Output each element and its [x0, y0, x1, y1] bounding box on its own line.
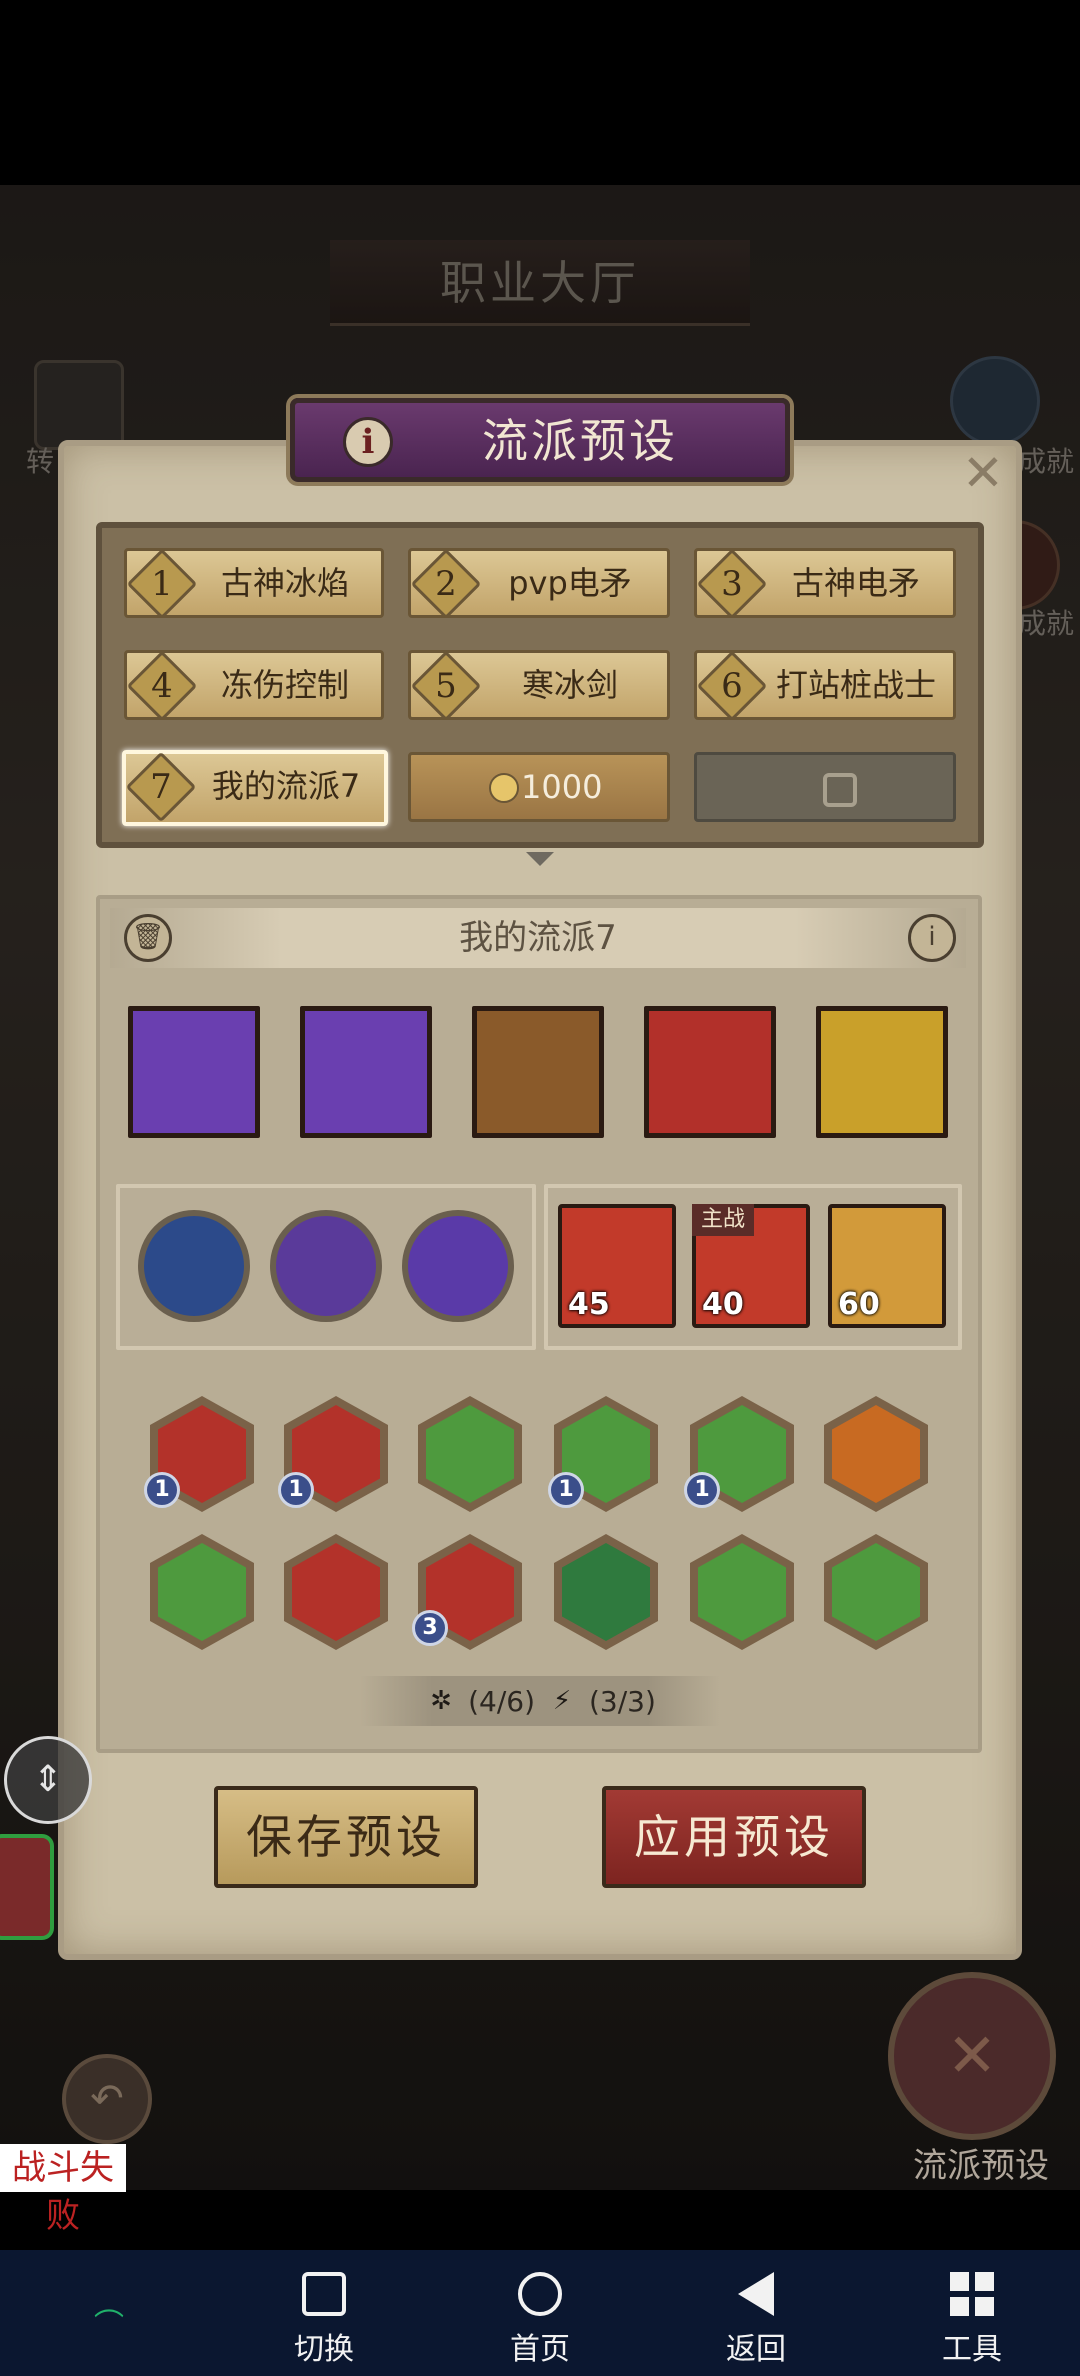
nav-back[interactable]: 返回 [696, 2272, 816, 2368]
apply-preset-button[interactable]: 应用预设 [602, 1786, 866, 1888]
preset-emblem-icon[interactable]: ✕ [888, 1972, 1056, 2140]
skill-slot-3[interactable] [472, 1006, 604, 1138]
equip-level: 1 [548, 1472, 584, 1508]
back-arrow-icon[interactable]: ↶ [62, 2054, 152, 2144]
slot-number-badge: 6 [696, 650, 768, 722]
water-orb-icon[interactable] [138, 1210, 250, 1322]
triangle-back-icon [738, 2272, 774, 2316]
slot-number-badge: 5 [410, 650, 482, 722]
build-name: 我的流派7 [110, 908, 966, 968]
equip-level: 3 [412, 1610, 448, 1646]
slot-number-badge: 2 [410, 548, 482, 620]
preset-slot-label: 古神冰焰 [220, 564, 349, 602]
hooded-figure-orb-icon[interactable] [270, 1210, 382, 1322]
slot-number-badge: 1 [126, 548, 198, 620]
altar-equip[interactable] [690, 1534, 794, 1650]
nav-label: 首页 [510, 2332, 570, 2367]
float-scroll-button[interactable]: ⇕ [4, 1736, 92, 1824]
preset-slot-1[interactable]: 1 古神冰焰 [124, 548, 384, 620]
bolt-icon: ⚡ [552, 1686, 572, 1716]
circle-icon [518, 2272, 562, 2316]
nav-label: 返回 [726, 2332, 786, 2367]
dialog-title: 流派预设 [482, 414, 678, 468]
grid-icon [950, 2272, 994, 2316]
spider-icon: ✲ [430, 1686, 452, 1716]
preset-slot-label: 古神电矛 [791, 564, 920, 602]
preset-slot-label: 打站桩战士 [775, 666, 936, 704]
delete-icon[interactable]: 🗑 [124, 914, 172, 962]
red-rune-equip[interactable]: 1 [144, 1396, 254, 1512]
gold-cube-equip[interactable] [824, 1534, 928, 1650]
close-icon[interactable]: ✕ [958, 448, 1008, 498]
coin-icon [489, 773, 519, 803]
equip-level: 1 [144, 1472, 180, 1508]
equip-level: 1 [684, 1472, 720, 1508]
skill-slot-4[interactable] [644, 1006, 776, 1138]
dark-robe-equip[interactable]: 1 [548, 1396, 658, 1512]
unlock-cost: 1000 [521, 768, 603, 806]
serpent-ring-equip[interactable]: 3 [412, 1534, 522, 1650]
skill-slot-2[interactable] [300, 1006, 432, 1138]
locked-slot [694, 752, 956, 822]
card-stat: 45 [568, 1287, 610, 1322]
skill-slot-1[interactable] [128, 1006, 260, 1138]
avatar[interactable] [0, 1834, 54, 1940]
screen: 职业大厅 转 成就 成就 ✕ i 流派预设 1 古神冰焰 2 pvp电矛 3 古… [0, 0, 1080, 2376]
card-stat: 60 [838, 1287, 880, 1322]
knight-card[interactable]: 45 [558, 1204, 676, 1328]
battle-fail-label: 战斗失败 [0, 2144, 126, 2236]
dialog-header: i 流派预设 [290, 398, 790, 482]
set-bonus-row: ✲ (4/6) ⚡ (3/3) [360, 1676, 720, 1726]
preset-slot-label: 寒冰剑 [521, 666, 618, 704]
skill-slot-5[interactable] [816, 1006, 948, 1138]
spider-set-count: (4/6) [468, 1684, 535, 1718]
slot-number-badge: 7 [125, 751, 197, 823]
info-icon[interactable]: i [343, 417, 393, 467]
red-helm-equip[interactable] [284, 1534, 388, 1650]
dark-armor-equip[interactable] [150, 1534, 254, 1650]
hooded-mask-equip[interactable]: 1 [684, 1396, 794, 1512]
selection-pointer [526, 852, 554, 866]
card-stat: 40 [702, 1287, 744, 1322]
wifi-icon: ⌒ [94, 2308, 124, 2343]
nav-switch[interactable]: 切换 [264, 2272, 384, 2368]
rename-icon[interactable]: i [908, 914, 956, 962]
purple-fist-orb-icon[interactable] [402, 1210, 514, 1322]
bolt-set-count: (3/3) [589, 1684, 656, 1718]
main-battle-tag: 主战 [692, 1204, 754, 1236]
preset-slot-label: 我的流派7 [211, 767, 361, 805]
slot-number-badge: 4 [126, 650, 198, 722]
skull-card[interactable]: 60 [828, 1204, 946, 1328]
nav-label: 工具 [942, 2332, 1002, 2367]
preset-emblem-label: 流派预设 [913, 2146, 1049, 2186]
preset-slot-label: 冻伤控制 [220, 666, 349, 704]
lock-icon [823, 773, 857, 807]
nav-label: 切换 [294, 2332, 354, 2367]
square-icon [302, 2272, 346, 2316]
preset-slot-3[interactable]: 3 古神电矛 [694, 548, 956, 620]
raven-helm-equip[interactable] [418, 1396, 522, 1512]
preset-slot-label: pvp电矛 [508, 564, 632, 602]
equip-level: 1 [278, 1472, 314, 1508]
preset-slot-6[interactable]: 6 打站桩战士 [694, 650, 956, 722]
nav-tools[interactable]: 工具 [912, 2272, 1032, 2368]
dog-card[interactable]: 主战 40 [692, 1204, 810, 1328]
slot-number-badge: 3 [696, 548, 768, 620]
nav-home[interactable]: 首页 [480, 2272, 600, 2368]
preset-slot-2[interactable]: 2 pvp电矛 [408, 548, 670, 620]
unlock-slot-button[interactable]: 1000 [408, 752, 670, 822]
pants-equip[interactable] [824, 1396, 928, 1512]
preset-slot-4[interactable]: 4 冻伤控制 [124, 650, 384, 722]
preset-slot-7[interactable]: 7 我的流派7 [122, 750, 388, 826]
gold-necklace-equip[interactable] [554, 1534, 658, 1650]
preset-slot-5[interactable]: 5 寒冰剑 [408, 650, 670, 722]
save-preset-button[interactable]: 保存预设 [214, 1786, 478, 1888]
ice-claw-equip[interactable]: 1 [278, 1396, 388, 1512]
